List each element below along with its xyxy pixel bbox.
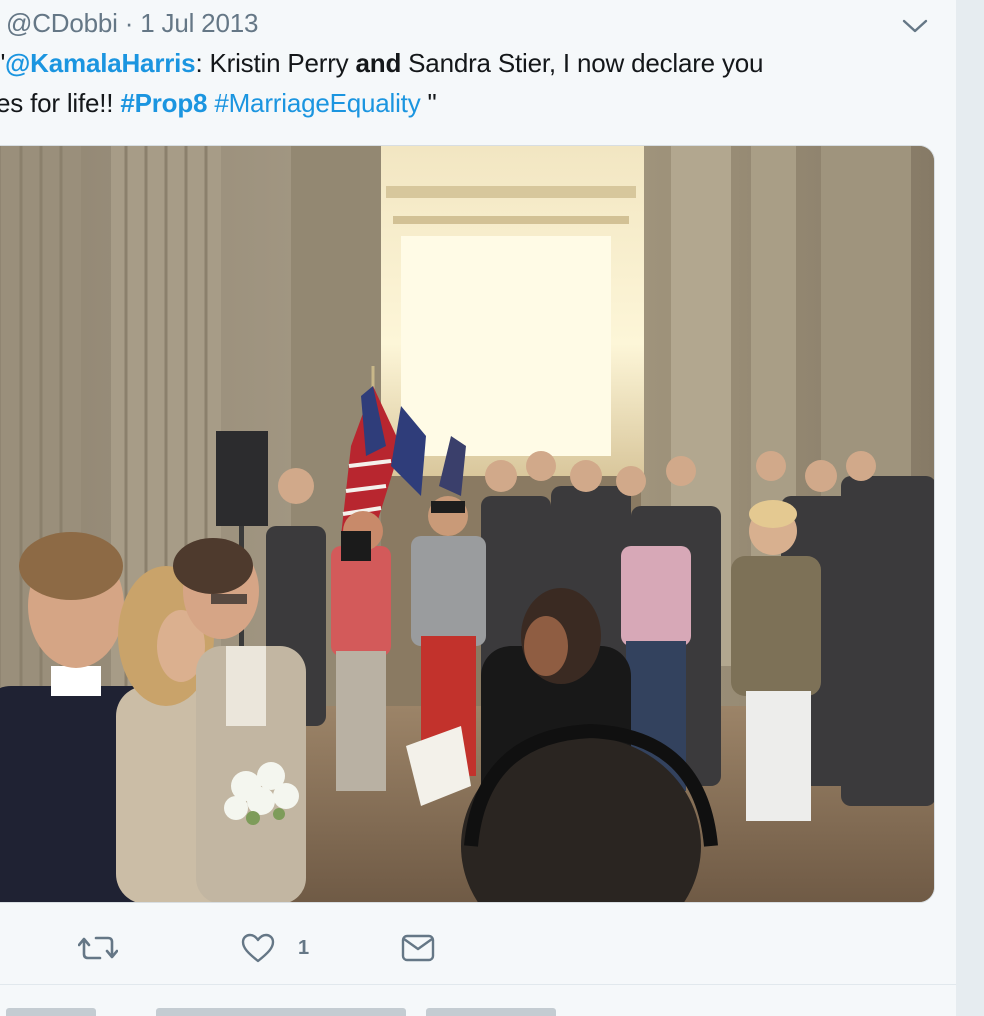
quote-close: "	[420, 88, 437, 118]
tweet-divider	[0, 984, 956, 985]
chevron-down-icon[interactable]	[900, 16, 930, 36]
user-handle[interactable]: @CDobbi	[6, 8, 118, 38]
retweet-button[interactable]	[78, 925, 122, 971]
tweet-text-line-2: es for life!! #Prop8 #MarriageEquality "	[0, 88, 437, 119]
next-tweet-handle-placeholder	[156, 1008, 406, 1016]
tweet-text-bold: and	[355, 48, 402, 78]
retweet-icon	[78, 936, 118, 960]
tweet-text-fragment: es for life!!	[0, 88, 121, 118]
tweet-actions: 1	[0, 925, 956, 975]
separator: ·	[124, 8, 134, 38]
mention-link[interactable]: @KamalaHarris	[5, 48, 196, 78]
tweet-page: @CDobbi · 1 Jul 2013 "@KamalaHarris: Kri…	[0, 0, 984, 1016]
tweet-text-line-1: "@KamalaHarris: Kristin Perry and Sandra…	[0, 48, 763, 79]
like-button[interactable]: 1	[240, 925, 330, 971]
next-tweet-date-placeholder	[426, 1008, 556, 1016]
next-tweet-preview[interactable]	[6, 998, 946, 1016]
next-tweet-author-placeholder	[6, 1008, 96, 1016]
direct-message-button[interactable]	[400, 925, 444, 971]
heart-icon	[241, 933, 275, 963]
hashtag-link[interactable]: #Prop8	[120, 88, 207, 118]
tweet-text-fragment: Sandra Stier, I now declare you	[401, 48, 764, 78]
envelope-icon	[401, 934, 435, 962]
tweet-text-fragment: : Kristin Perry	[195, 48, 356, 78]
tweet-header: @CDobbi · 1 Jul 2013	[6, 8, 258, 39]
hashtag-link[interactable]: #MarriageEquality	[214, 88, 420, 118]
like-count: 1	[298, 936, 310, 959]
tweet-photo[interactable]	[0, 145, 935, 903]
tweet-date[interactable]: 1 Jul 2013	[140, 8, 258, 38]
scrollbar-gutter[interactable]	[956, 0, 984, 1016]
